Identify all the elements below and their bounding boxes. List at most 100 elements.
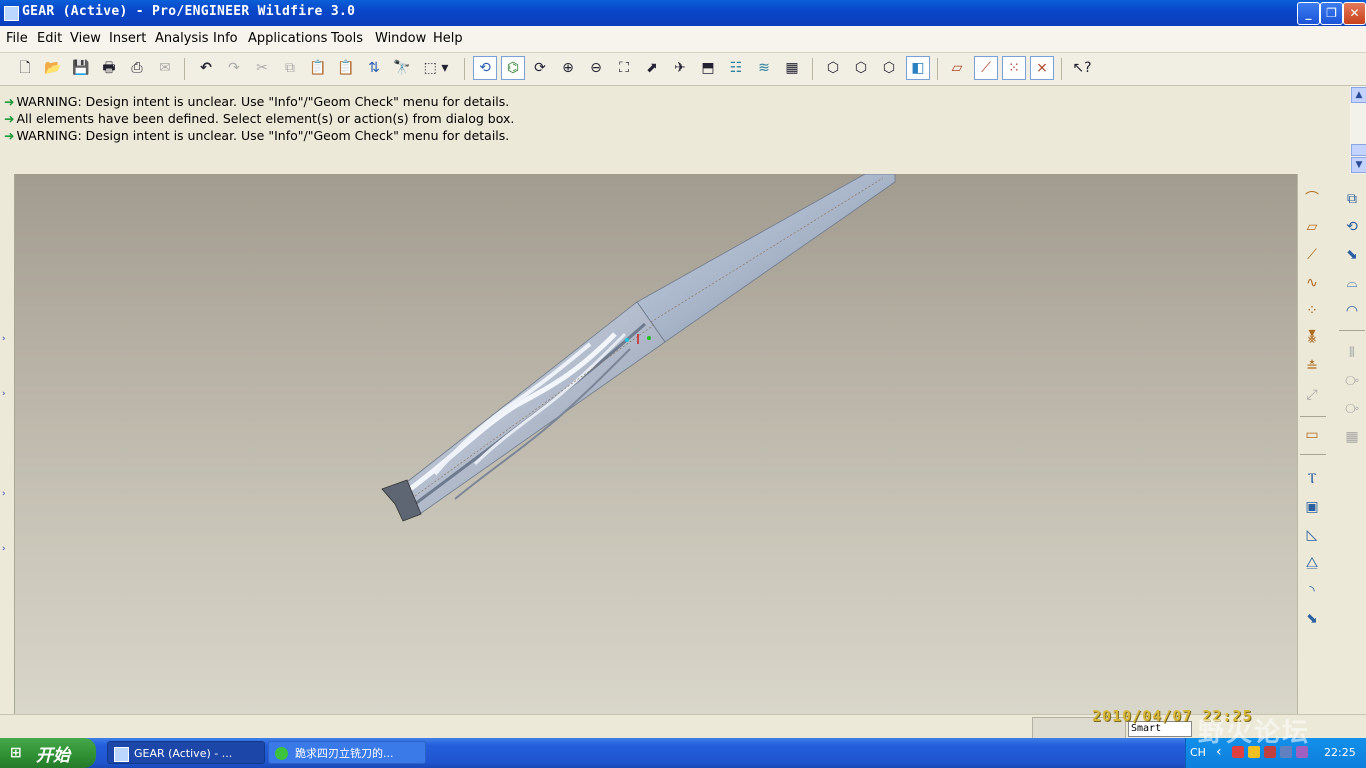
sketch-tool-icon[interactable]: ▭ bbox=[1301, 424, 1323, 446]
datum-plane-icon[interactable]: ▱ bbox=[1301, 216, 1323, 238]
no-hidden-icon[interactable]: ⬡ bbox=[878, 57, 900, 79]
edit-datum-icon[interactable]: ⤢ bbox=[1301, 384, 1323, 406]
app-icon[interactable] bbox=[4, 6, 19, 21]
pattern-icon[interactable]: ▦ bbox=[1341, 426, 1363, 448]
csys-display-icon[interactable]: ⨯ bbox=[1030, 56, 1054, 80]
expand-arrow-icon[interactable]: › bbox=[2, 544, 6, 554]
save-icon[interactable]: 💾 bbox=[70, 57, 92, 79]
boundary-blend-icon[interactable]: ⌓ bbox=[1341, 272, 1363, 294]
hidden-line-icon[interactable]: ⬡ bbox=[850, 57, 872, 79]
extrude-icon[interactable]: ⧉ bbox=[1341, 188, 1363, 210]
message-line: ➜ All elements have been defined. Select … bbox=[4, 111, 515, 126]
menu-view[interactable]: View bbox=[70, 31, 101, 46]
menu-window[interactable]: Window bbox=[375, 31, 426, 46]
view-manager-icon[interactable]: ☷ bbox=[725, 57, 747, 79]
sketched-datum-curve-icon[interactable]: ⌒ bbox=[1301, 188, 1323, 210]
close-button[interactable]: ✕ bbox=[1343, 2, 1366, 25]
regenerate-icon[interactable]: ⇅ bbox=[363, 57, 385, 79]
merge-icon[interactable]: ⧂ bbox=[1341, 370, 1363, 392]
layers-icon[interactable]: ⬒ bbox=[697, 57, 719, 79]
menu-info[interactable]: Info bbox=[213, 31, 238, 46]
scroll-thumb[interactable] bbox=[1351, 144, 1366, 156]
taskbar-item-proe[interactable]: GEAR (Active) - ... bbox=[107, 741, 265, 764]
paste-special-icon[interactable]: 📋 bbox=[335, 57, 357, 79]
print-icon[interactable]: 🖶 bbox=[98, 57, 120, 79]
draft-icon[interactable]: ⧋ bbox=[1301, 552, 1323, 574]
cut-icon[interactable]: ✂ bbox=[251, 57, 273, 79]
minimize-button[interactable]: _ bbox=[1297, 2, 1320, 25]
new-file-icon[interactable]: 🗋 bbox=[14, 57, 36, 79]
expand-arrow-icon[interactable]: › bbox=[2, 334, 6, 344]
mirror-icon[interactable]: ⫴ bbox=[1341, 342, 1363, 364]
expand-arrow-icon[interactable]: › bbox=[2, 489, 6, 499]
scroll-up-icon[interactable]: ▲ bbox=[1351, 87, 1366, 103]
message-line: ➜ WARNING: Design intent is unclear. Use … bbox=[4, 128, 510, 143]
datum-point-display-icon[interactable]: ⁙ bbox=[1002, 56, 1026, 80]
taskbar-item-browser[interactable]: 跪求四刃立铣刀的... bbox=[268, 741, 426, 764]
model-tree-collapsed-panel[interactable]: › › › › bbox=[0, 174, 15, 714]
message-arrow-icon: ➜ bbox=[4, 128, 15, 143]
menu-insert[interactable]: Insert bbox=[109, 31, 146, 46]
zoom-out-icon[interactable]: ⊖ bbox=[585, 57, 607, 79]
model-display-icon[interactable]: ≋ bbox=[753, 57, 775, 79]
datum-axis-icon[interactable]: ⟋ bbox=[1301, 244, 1323, 266]
message-area: ➜ WARNING: Design intent is unclear. Use … bbox=[0, 86, 1350, 174]
feature-toolbar: ⌒ ⧉ ▱ ⟲ ⟋ ⬊ ∿ ⌓ ⁘ ▾ ◠ ⨳ ⫴ ≛ ⧂ ⤢ ⧂ ▭ ▦ Ⲧ … bbox=[1297, 174, 1366, 714]
paste-icon[interactable]: 📋 bbox=[307, 57, 329, 79]
datum-point-icon[interactable]: ⁘ ▾ bbox=[1301, 300, 1323, 341]
spin-center-icon[interactable]: ⌬ bbox=[501, 56, 525, 80]
shell-icon[interactable]: ▣ bbox=[1301, 496, 1323, 518]
hole-icon[interactable]: Ⲧ bbox=[1301, 468, 1323, 490]
start-button[interactable]: ⊞ 开始 bbox=[0, 738, 96, 768]
message-scrollbar[interactable]: ▲ ▼ bbox=[1350, 86, 1366, 174]
menu-applications[interactable]: Applications bbox=[248, 31, 327, 46]
windows-logo-icon: ⊞ bbox=[10, 745, 22, 761]
window-title: GEAR (Active) - Pro/ENGINEER Wildfire 3.… bbox=[22, 4, 356, 19]
end-mill-model[interactable] bbox=[15, 174, 1297, 714]
orient-icon[interactable]: ⟳ bbox=[529, 57, 551, 79]
analysis-feature-icon[interactable]: ≛ bbox=[1301, 356, 1323, 378]
chamfer-icon[interactable]: ⬊ bbox=[1301, 608, 1323, 630]
reorient-icon[interactable]: ⬈ bbox=[641, 57, 663, 79]
datum-axis-display-icon[interactable]: ⟋ bbox=[974, 56, 998, 80]
shading-icon[interactable]: ◧ bbox=[906, 56, 930, 80]
refit-icon[interactable]: ⛶ bbox=[613, 57, 635, 79]
email-icon[interactable]: ✉ bbox=[154, 57, 176, 79]
appearance-icon[interactable]: ▦ bbox=[781, 57, 803, 79]
repaint-icon[interactable]: ⟲ bbox=[473, 56, 497, 80]
context-help-icon[interactable]: ↖? bbox=[1071, 57, 1093, 79]
print-preview-icon[interactable]: ⎙ bbox=[126, 57, 148, 79]
menu-edit[interactable]: Edit bbox=[37, 31, 62, 46]
style-tool-icon[interactable]: ◠ bbox=[1341, 300, 1363, 322]
trim-icon[interactable]: ⧂ bbox=[1341, 398, 1363, 420]
windows-taskbar: ⊞ 开始 GEAR (Active) - ... 跪求四刃立铣刀的... CH … bbox=[0, 738, 1366, 768]
copy-icon[interactable]: ⧉ bbox=[279, 57, 301, 79]
menu-bar: File Edit View Insert Analysis Info Appl… bbox=[0, 26, 1366, 53]
rib-icon[interactable]: ◺ bbox=[1301, 524, 1323, 546]
undo-icon[interactable]: ↶ bbox=[195, 57, 217, 79]
select-box-icon[interactable]: ⬚ ▾ bbox=[420, 57, 452, 79]
clock[interactable]: 22:25 bbox=[1324, 746, 1356, 759]
menu-file[interactable]: File bbox=[6, 31, 28, 46]
menu-tools[interactable]: Tools bbox=[331, 31, 363, 46]
scroll-down-icon[interactable]: ▼ bbox=[1351, 157, 1366, 173]
zoom-in-icon[interactable]: ⊕ bbox=[557, 57, 579, 79]
restore-button[interactable]: ❐ bbox=[1320, 2, 1343, 25]
graphics-window[interactable] bbox=[15, 174, 1297, 714]
variable-section-sweep-icon[interactable]: ⬊ bbox=[1341, 244, 1363, 266]
find-icon[interactable]: 🔭 bbox=[391, 57, 413, 79]
revolve-icon[interactable]: ⟲ bbox=[1341, 216, 1363, 238]
browser-app-icon bbox=[275, 747, 288, 760]
open-file-icon[interactable]: 📂 bbox=[42, 57, 64, 79]
datum-plane-display-icon[interactable]: ▱ bbox=[946, 57, 968, 79]
round-icon[interactable]: ◝ bbox=[1301, 580, 1323, 602]
saved-views-icon[interactable]: ✈ bbox=[669, 57, 691, 79]
expand-arrow-icon[interactable]: › bbox=[2, 389, 6, 399]
datum-curve-icon[interactable]: ∿ bbox=[1301, 272, 1323, 294]
menu-help[interactable]: Help bbox=[433, 31, 463, 46]
datum-csys-icon[interactable]: ⨳ bbox=[1301, 328, 1323, 350]
redo-icon[interactable]: ↷ bbox=[223, 57, 245, 79]
wireframe-icon[interactable]: ⬡ bbox=[822, 57, 844, 79]
title-bar: GEAR (Active) - Pro/ENGINEER Wildfire 3.… bbox=[0, 0, 1366, 26]
menu-analysis[interactable]: Analysis bbox=[155, 31, 209, 46]
